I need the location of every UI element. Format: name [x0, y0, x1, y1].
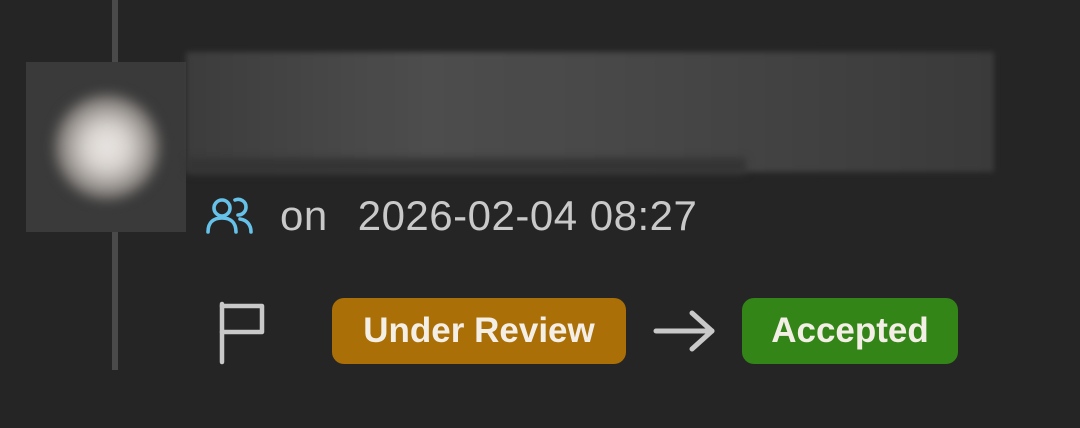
avatar-image-blurred	[54, 94, 160, 200]
users-icon[interactable]	[204, 192, 256, 240]
redacted-content	[186, 52, 994, 172]
redacted-content-shadow	[186, 158, 746, 174]
avatar[interactable]	[26, 62, 186, 232]
arrow-right-icon	[650, 306, 720, 356]
status-badge-from: Under Review	[332, 298, 626, 364]
status-change-row: Under Review Accepted	[212, 296, 958, 366]
flag-icon	[212, 296, 272, 366]
meta-on-label: on	[280, 192, 328, 239]
status-badge-to: Accepted	[742, 298, 958, 364]
activity-timeline-item: on 2026-02-04 08:27 Under Review Accepte…	[0, 0, 1080, 428]
event-timestamp: 2026-02-04 08:27	[357, 192, 698, 239]
event-meta: on 2026-02-04 08:27	[204, 188, 697, 244]
